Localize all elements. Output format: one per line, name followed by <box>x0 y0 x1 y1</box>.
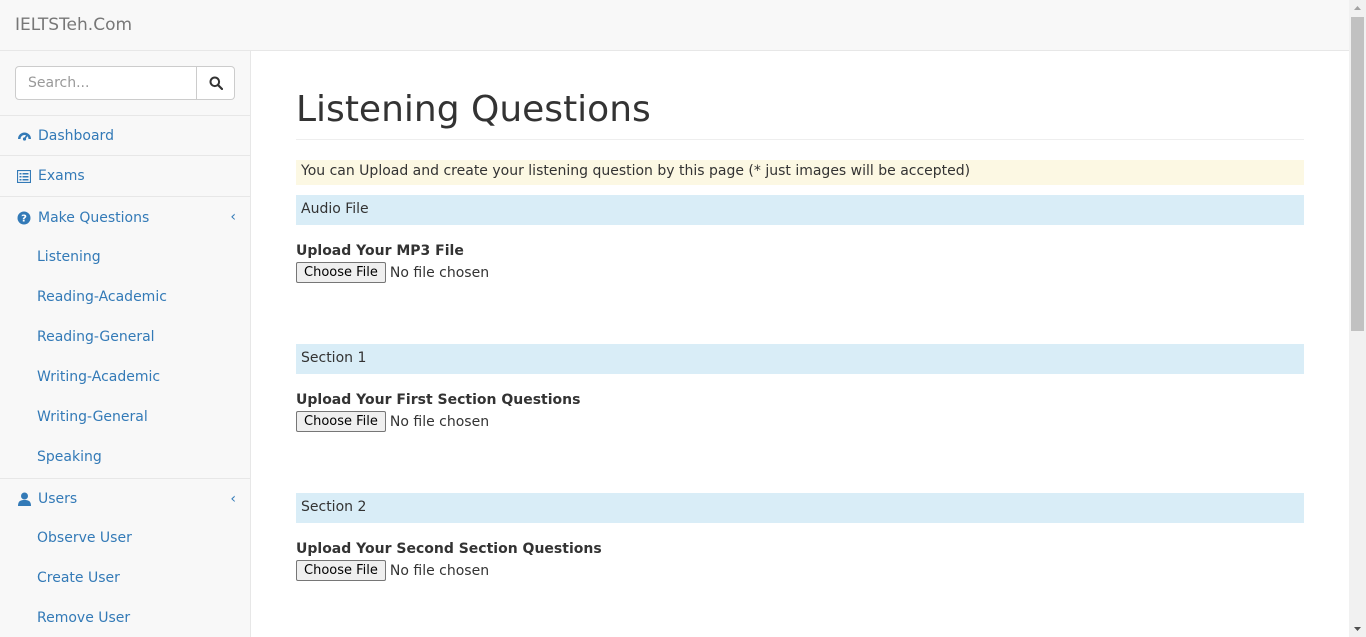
search-group <box>15 66 235 100</box>
svg-text:?: ? <box>21 213 27 224</box>
upload-label-section-1: Upload Your First Section Questions <box>296 392 581 408</box>
top-navbar: IELTSTeh.Com <box>0 0 1350 51</box>
search-button[interactable] <box>197 66 235 100</box>
notice-alert: You can Upload and create your listening… <box>296 160 1304 185</box>
sidebar-item-label: Exams <box>38 168 85 184</box>
scroll-down-arrow[interactable] <box>1349 620 1366 637</box>
sidebar-subitem-observe-user[interactable]: Observe User <box>37 530 132 546</box>
sidebar-item-label: Make Questions <box>38 209 150 226</box>
brand-logo[interactable]: IELTSTeh.Com <box>15 15 132 35</box>
file-status: No file chosen <box>389 562 490 579</box>
vertical-scrollbar[interactable] <box>1349 0 1366 637</box>
scroll-up-arrow[interactable] <box>1349 0 1366 17</box>
chevron-left-icon: ‹ <box>230 491 236 507</box>
user-icon <box>16 492 32 506</box>
file-input-section-1[interactable]: Choose File No file chosen <box>296 411 489 432</box>
sidebar-subitem-writing-general[interactable]: Writing-General <box>37 409 148 425</box>
title-divider <box>296 139 1304 140</box>
sidebar-item-label: Users <box>38 491 78 507</box>
sidebar-item-users[interactable]: Users ‹ <box>0 478 250 519</box>
search-input[interactable] <box>15 66 197 100</box>
file-input-section-2[interactable]: Choose File No file chosen <box>296 560 489 581</box>
choose-file-button[interactable]: Choose File <box>296 560 386 581</box>
sidebar-item-make-questions[interactable]: ? Make Questions ‹ <box>0 197 250 238</box>
dashboard-icon <box>16 129 32 143</box>
choose-file-button[interactable]: Choose File <box>296 262 386 283</box>
page-title: Listening Questions <box>296 89 651 130</box>
section-heading-section-2: Section 2 <box>296 493 1304 523</box>
section-heading-audio: Audio File <box>296 195 1304 225</box>
upload-label-audio: Upload Your MP3 File <box>296 243 464 259</box>
sidebar-subitem-reading-general[interactable]: Reading-General <box>37 329 155 345</box>
file-input-audio[interactable]: Choose File No file chosen <box>296 262 489 283</box>
upload-label-section-2: Upload Your Second Section Questions <box>296 541 602 557</box>
sidebar-subitem-speaking[interactable]: Speaking <box>37 449 102 465</box>
sidebar-subitem-create-user[interactable]: Create User <box>37 570 120 586</box>
sidebar-subitem-writing-academic[interactable]: Writing-Academic <box>37 369 160 385</box>
chevron-left-icon: ‹ <box>230 209 236 225</box>
list-icon <box>16 169 32 183</box>
sidebar-item-dashboard[interactable]: Dashboard <box>0 115 250 156</box>
choose-file-button[interactable]: Choose File <box>296 411 386 432</box>
section-heading-section-1: Section 1 <box>296 344 1304 374</box>
file-status: No file chosen <box>389 264 490 281</box>
sidebar-item-label: Dashboard <box>38 127 114 144</box>
sidebar: Dashboard Exams ? Make Questions ‹ Liste… <box>0 51 251 637</box>
search-icon <box>209 76 223 90</box>
sidebar-subitem-listening[interactable]: Listening <box>37 249 101 265</box>
question-circle-icon: ? <box>16 211 32 225</box>
scroll-thumb[interactable] <box>1351 17 1364 331</box>
file-status: No file chosen <box>389 413 490 430</box>
sidebar-subitem-reading-academic[interactable]: Reading-Academic <box>37 289 167 305</box>
main-content: Listening Questions You can Upload and c… <box>251 51 1349 637</box>
sidebar-subitem-remove-user[interactable]: Remove User <box>37 610 130 626</box>
sidebar-item-exams[interactable]: Exams <box>0 156 250 197</box>
